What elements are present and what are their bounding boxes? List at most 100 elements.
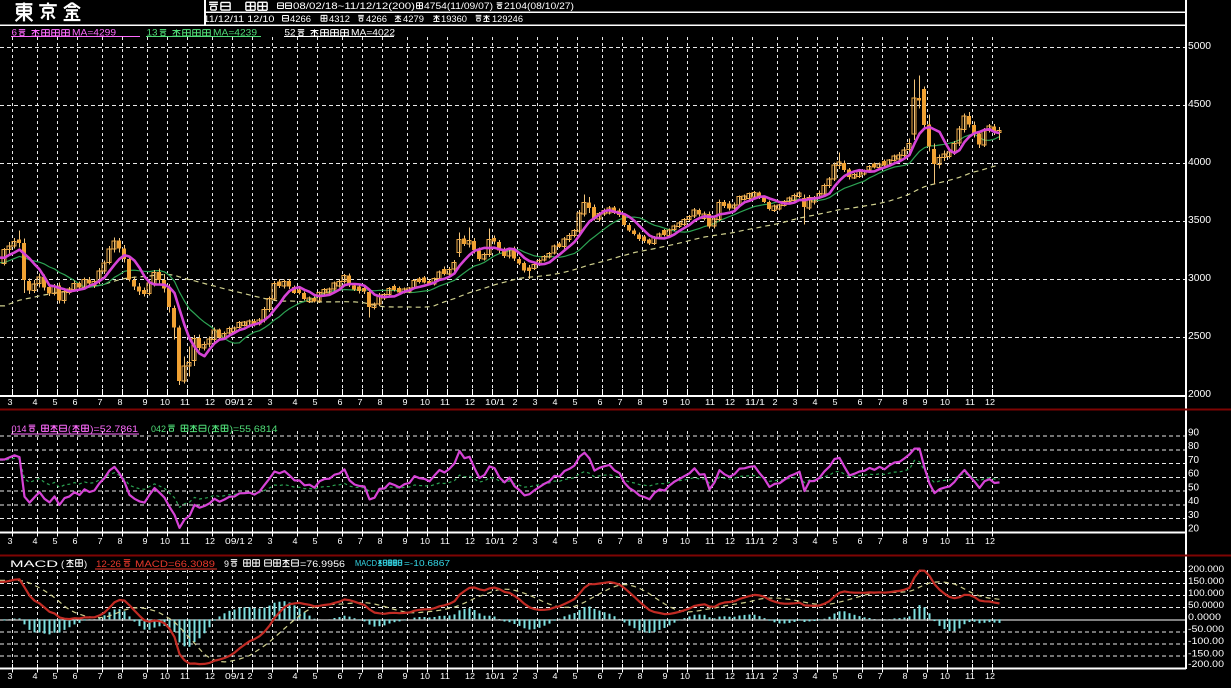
svg-text:4000: 4000: [1188, 157, 1211, 168]
svg-text:2: 2: [773, 536, 778, 546]
svg-text:5: 5: [833, 671, 838, 681]
svg-text:8: 8: [638, 397, 643, 407]
svg-text:8: 8: [378, 671, 383, 681]
svg-text:10: 10: [420, 536, 430, 546]
svg-text:11: 11: [180, 397, 190, 407]
svg-text:11: 11: [965, 536, 975, 546]
svg-text:8: 8: [903, 397, 908, 407]
svg-text:2: 2: [773, 397, 778, 407]
svg-text:9: 9: [923, 536, 928, 546]
svg-text:09/1: 09/1: [225, 671, 245, 681]
svg-text:0.0000: 0.0000: [1188, 612, 1221, 623]
svg-text:09/1: 09/1: [225, 536, 245, 546]
svg-text:9: 9: [403, 671, 408, 681]
svg-text:10/1: 10/1: [485, 397, 505, 407]
svg-text:7: 7: [98, 397, 103, 407]
svg-text:6: 6: [598, 536, 603, 546]
svg-text:(: (: [68, 424, 71, 434]
svg-text:3: 3: [793, 397, 798, 407]
svg-text:7: 7: [618, 671, 623, 681]
svg-text:042: 042: [151, 424, 166, 434]
svg-text:12: 12: [465, 536, 475, 546]
svg-text:08/02/18~11/12/12(200): 08/02/18~11/12/12(200): [293, 1, 415, 11]
svg-text:10: 10: [680, 397, 690, 407]
svg-text:12: 12: [205, 536, 215, 546]
svg-text:8: 8: [903, 671, 908, 681]
svg-text:014: 014: [12, 424, 27, 434]
svg-text:50: 50: [1188, 482, 1199, 493]
svg-text:4266: 4266: [290, 14, 311, 24]
svg-text:10: 10: [680, 536, 690, 546]
svg-text:7: 7: [878, 397, 883, 407]
svg-text:MACD: MACD: [355, 559, 377, 568]
svg-text:2: 2: [248, 671, 253, 681]
svg-text:=76.9956: =76.9956: [300, 559, 345, 569]
svg-text:11: 11: [180, 536, 190, 546]
svg-text:3000: 3000: [1188, 273, 1211, 284]
svg-text:4: 4: [33, 397, 38, 407]
svg-text:MA=4299: MA=4299: [72, 28, 116, 38]
svg-text:11: 11: [440, 536, 450, 546]
svg-text:MA=4022: MA=4022: [351, 28, 395, 38]
svg-text:30: 30: [1188, 510, 1199, 521]
svg-text:90: 90: [1188, 427, 1199, 438]
svg-text:70: 70: [1188, 455, 1199, 466]
svg-text:11: 11: [440, 397, 450, 407]
svg-text:4: 4: [553, 536, 558, 546]
svg-text:6: 6: [338, 536, 343, 546]
svg-text:4: 4: [293, 671, 298, 681]
svg-text:10: 10: [940, 397, 950, 407]
svg-text:11/1: 11/1: [745, 397, 765, 407]
svg-text:09/1: 09/1: [225, 397, 245, 407]
svg-text:6: 6: [338, 397, 343, 407]
svg-text:13: 13: [147, 28, 158, 38]
svg-text:4: 4: [813, 397, 818, 407]
svg-text:6: 6: [598, 397, 603, 407]
svg-text:9: 9: [143, 536, 148, 546]
svg-text:-50.000: -50.000: [1188, 624, 1224, 635]
svg-text:10: 10: [160, 397, 170, 407]
svg-text:3: 3: [8, 671, 13, 681]
svg-text:150.000: 150.000: [1188, 576, 1224, 587]
svg-text:10/1: 10/1: [485, 671, 505, 681]
svg-text:4279: 4279: [403, 14, 424, 24]
svg-text:5: 5: [313, 671, 318, 681]
svg-text:2: 2: [248, 536, 253, 546]
svg-text:8: 8: [638, 536, 643, 546]
svg-text:3: 3: [268, 671, 273, 681]
svg-text:4312: 4312: [329, 14, 350, 24]
svg-text:10: 10: [420, 671, 430, 681]
svg-text:5: 5: [573, 671, 578, 681]
svg-text:4: 4: [553, 397, 558, 407]
svg-text:9: 9: [923, 671, 928, 681]
svg-text:6: 6: [858, 536, 863, 546]
svg-text:6: 6: [338, 671, 343, 681]
svg-text:3: 3: [533, 397, 538, 407]
svg-text:5: 5: [53, 397, 58, 407]
svg-text:6: 6: [73, 671, 78, 681]
svg-text:2: 2: [513, 397, 518, 407]
svg-text:2500: 2500: [1188, 331, 1211, 342]
svg-text:12: 12: [985, 671, 995, 681]
svg-text:8: 8: [378, 397, 383, 407]
svg-text:8: 8: [638, 671, 643, 681]
svg-text:5: 5: [53, 536, 58, 546]
svg-text:4: 4: [293, 397, 298, 407]
svg-text:8: 8: [903, 536, 908, 546]
svg-text:10: 10: [160, 671, 170, 681]
svg-text:10: 10: [160, 536, 170, 546]
svg-text:4: 4: [33, 536, 38, 546]
svg-text:2: 2: [513, 671, 518, 681]
svg-text:40: 40: [1188, 496, 1199, 507]
svg-text:9: 9: [224, 559, 229, 569]
svg-text:4: 4: [813, 671, 818, 681]
svg-text:8: 8: [118, 397, 123, 407]
svg-text:8: 8: [118, 536, 123, 546]
svg-text:9: 9: [403, 397, 408, 407]
svg-text:4500: 4500: [1188, 99, 1211, 110]
svg-text:4: 4: [553, 671, 558, 681]
svg-text:11: 11: [180, 671, 190, 681]
svg-text:7: 7: [98, 536, 103, 546]
svg-text:2: 2: [773, 671, 778, 681]
svg-text:9: 9: [663, 671, 668, 681]
